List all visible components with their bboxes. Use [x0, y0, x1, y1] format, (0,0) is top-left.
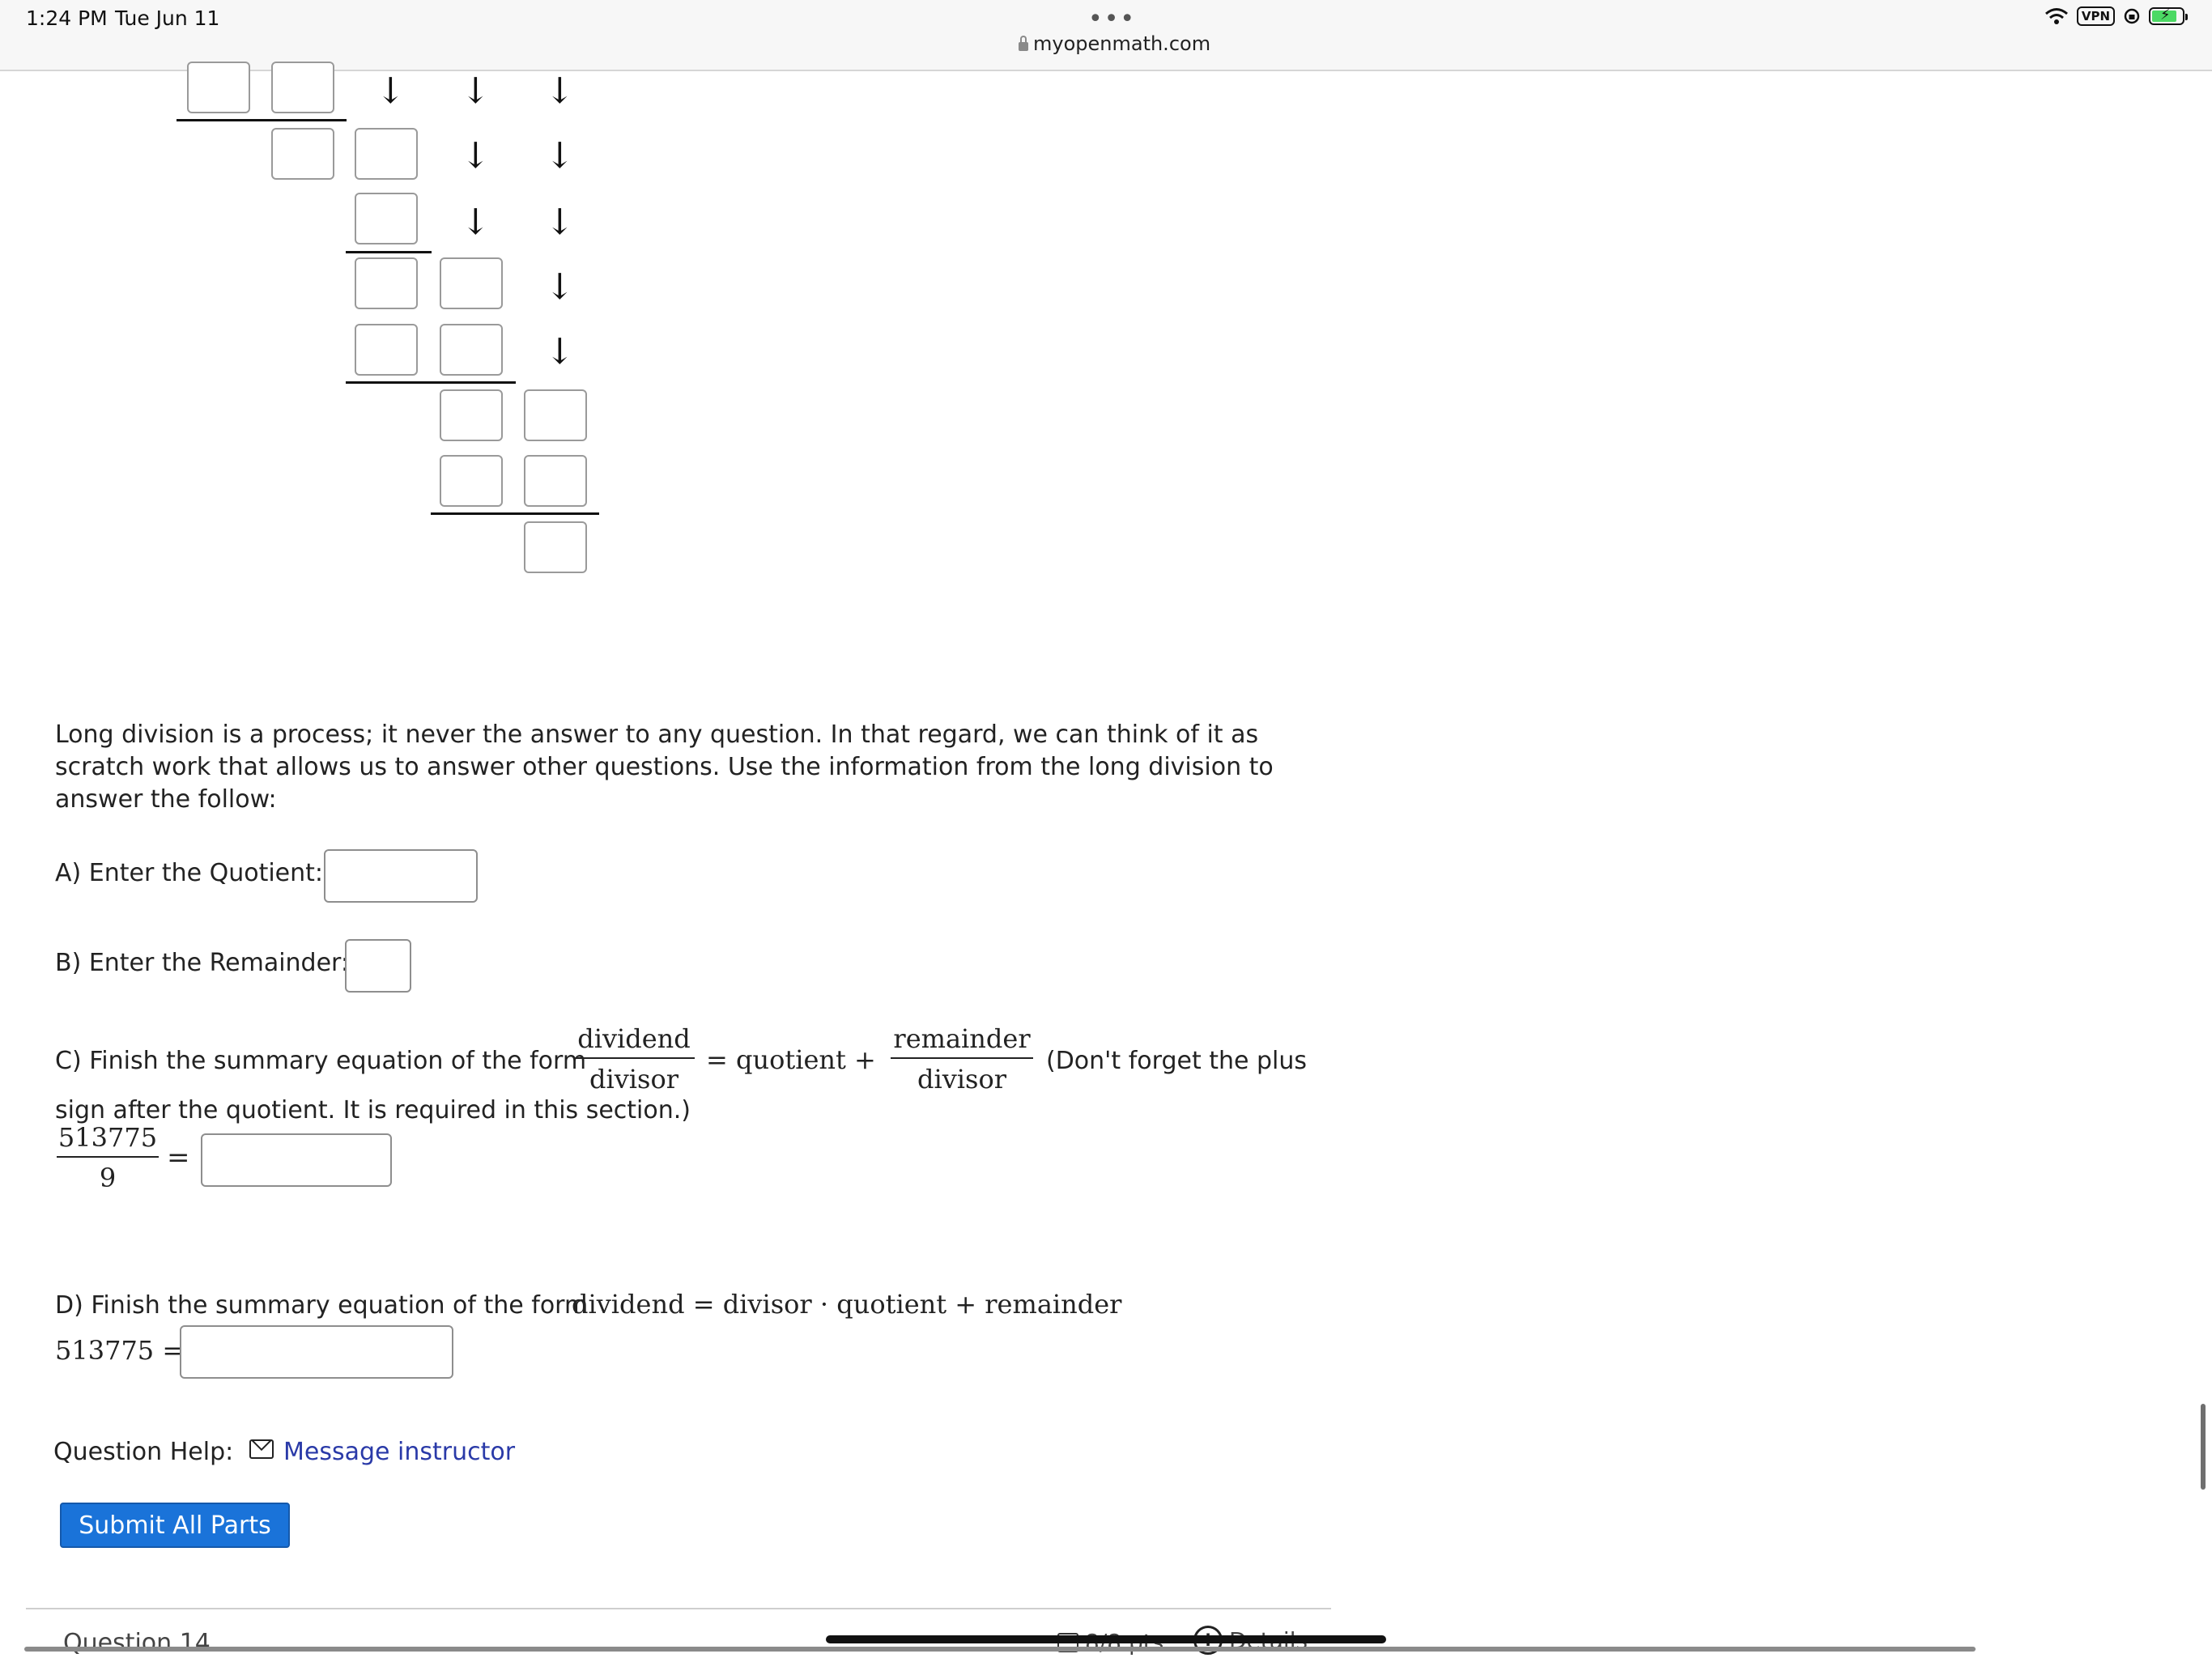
browser-top-bar: 1:24 PM Tue Jun 11 ••• myopenmath.com VP…	[0, 0, 2212, 71]
part-c-lhs-fraction: 513775 9	[57, 1122, 159, 1193]
bottom-border	[24, 1647, 1976, 1652]
status-date: Tue Jun 11	[115, 6, 220, 30]
intro-paragraph: Long division is a process; it never the…	[55, 721, 1274, 814]
charging-icon: ⚡	[2160, 6, 2171, 23]
fraction-numerator: dividend	[577, 1023, 691, 1054]
status-icons: VPN ⚡	[2044, 6, 2188, 26]
wifi-icon	[2044, 8, 2068, 24]
bring-down-arrow-icon: ↓	[545, 70, 575, 112]
battery-icon: ⚡	[2149, 6, 2188, 25]
part-d-label: D) Finish the summary equation of the fo…	[55, 1291, 589, 1320]
subtraction-line	[346, 251, 432, 253]
division-input-box[interactable]	[187, 62, 250, 113]
division-input-box[interactable]	[355, 257, 418, 309]
message-instructor-link[interactable]: Message instructor	[283, 1438, 515, 1466]
more-options-icon[interactable]: •••	[1088, 5, 1136, 33]
fraction-denominator: divisor	[589, 1064, 678, 1095]
bring-down-arrow-icon: ↓	[545, 331, 575, 372]
part-c-note-continued: sign after the quotient. It is required …	[55, 1096, 691, 1124]
part-a-label: A) Enter the Quotient:	[55, 859, 324, 887]
bring-down-arrow-icon: ↓	[545, 135, 575, 176]
fraction-denominator: 9	[99, 1163, 117, 1193]
question-help-label: Question Help:	[53, 1438, 234, 1466]
form-fraction-dividend-divisor: dividend divisor	[573, 1023, 695, 1095]
fraction-denominator: divisor	[917, 1064, 1006, 1095]
fraction-numerator: remainder	[893, 1023, 1031, 1054]
division-input-box[interactable]	[440, 257, 503, 309]
division-input-box[interactable]	[524, 521, 587, 573]
bring-down-arrow-icon: ↓	[461, 135, 491, 176]
orientation-lock-icon	[2124, 8, 2140, 24]
division-input-box[interactable]	[440, 389, 503, 441]
vpn-badge: VPN	[2076, 6, 2115, 26]
part-c-label: C) Finish the summary equation of the fo…	[55, 1047, 587, 1075]
bring-down-arrow-icon: ↓	[545, 202, 575, 243]
subtraction-line	[431, 512, 599, 515]
part-d-lhs: 513775 =	[55, 1335, 185, 1366]
division-input-box[interactable]	[355, 324, 418, 376]
division-input-box[interactable]	[440, 324, 503, 376]
division-input-box[interactable]	[355, 193, 418, 244]
equals-sign: =	[167, 1141, 190, 1174]
submit-all-parts-button[interactable]: Submit All Parts	[60, 1503, 290, 1548]
part-b-label: B) Enter the Remainder:	[55, 949, 349, 977]
lock-icon	[1019, 35, 1028, 51]
remainder-input[interactable]	[345, 939, 411, 993]
subtraction-line	[346, 381, 516, 384]
form-fraction-remainder-divisor: remainder divisor	[891, 1023, 1033, 1095]
bring-down-arrow-icon: ↓	[376, 70, 406, 112]
division-input-box[interactable]	[524, 455, 587, 507]
url-text: myopenmath.com	[1033, 32, 1211, 55]
part-d-form-equation: dividend = divisor · quotient + remainde…	[572, 1289, 1122, 1320]
summary-equation-d-input[interactable]	[180, 1325, 453, 1379]
part-c-note: (Don't forget the plus	[1046, 1047, 1308, 1075]
division-input-box[interactable]	[524, 389, 587, 441]
division-input-box[interactable]	[271, 128, 334, 180]
envelope-icon	[249, 1439, 274, 1459]
form-equation-middle: = quotient +	[706, 1044, 876, 1075]
division-input-box[interactable]	[271, 62, 334, 113]
division-input-box[interactable]	[355, 128, 418, 180]
subtraction-line	[177, 119, 347, 121]
next-question-title[interactable]: Question 14	[63, 1629, 211, 1657]
address-bar[interactable]: myopenmath.com	[1019, 32, 1210, 55]
bring-down-arrow-icon: ↓	[461, 70, 491, 112]
fraction-numerator: 513775	[57, 1122, 158, 1153]
section-divider	[26, 1608, 1331, 1609]
division-input-box[interactable]	[440, 455, 503, 507]
home-indicator[interactable]	[826, 1635, 1386, 1643]
bring-down-arrow-icon: ↓	[545, 266, 575, 308]
quotient-input[interactable]	[324, 849, 478, 903]
scrollbar[interactable]	[2201, 1404, 2206, 1490]
status-time: 1:24 PM	[26, 6, 108, 30]
bring-down-arrow-icon: ↓	[461, 202, 491, 243]
summary-equation-c-input[interactable]	[201, 1133, 392, 1187]
